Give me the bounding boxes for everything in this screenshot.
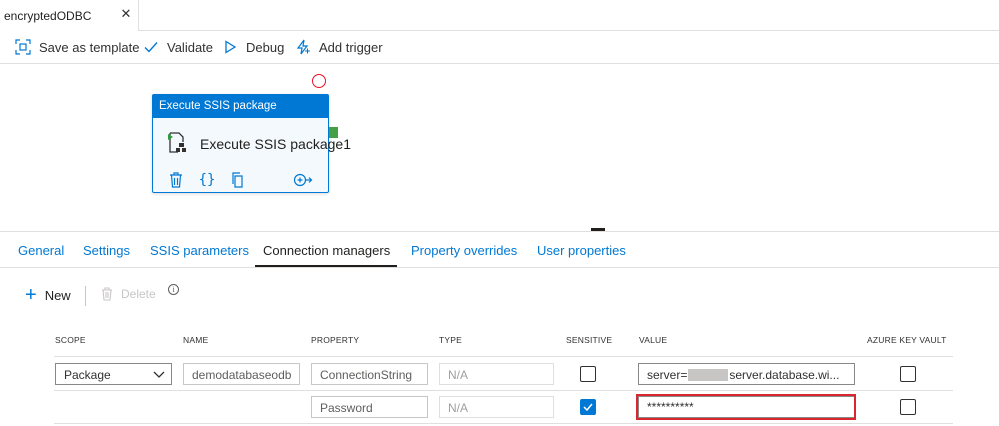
connection-manager-commands: + New Delete i bbox=[0, 284, 999, 308]
property-tabs: General Settings SSIS parameters Connect… bbox=[0, 232, 999, 268]
active-tab-indicator bbox=[255, 265, 397, 267]
document-tab[interactable]: encryptedODBC ✕ bbox=[0, 0, 139, 31]
info-icon[interactable]: i bbox=[168, 284, 179, 295]
template-icon bbox=[14, 38, 32, 56]
value-field[interactable]: server= server.database.wi... bbox=[638, 363, 855, 385]
grid-divider bbox=[54, 356, 953, 357]
scope-value: Package bbox=[64, 368, 111, 382]
property-value: Password bbox=[320, 401, 373, 415]
save-as-template-button[interactable]: Save as template bbox=[14, 38, 139, 56]
grid-divider bbox=[54, 390, 953, 391]
scope-dropdown[interactable]: Package bbox=[55, 363, 172, 385]
pane-splitter-handle[interactable] bbox=[591, 228, 605, 231]
validate-label: Validate bbox=[167, 39, 214, 55]
copy-icon[interactable] bbox=[229, 171, 247, 189]
name-field[interactable]: demodatabaseodb bbox=[183, 363, 300, 385]
add-trigger-label: Add trigger bbox=[319, 39, 383, 55]
tab-connection-managers[interactable]: Connection managers bbox=[263, 243, 390, 258]
column-header-name: NAME bbox=[183, 335, 209, 345]
plus-icon: + bbox=[25, 284, 37, 306]
highlight-box bbox=[636, 394, 856, 420]
column-header-value: VALUE bbox=[639, 335, 668, 345]
pipeline-toolbar: Save as template Validate Debug Add trig… bbox=[0, 31, 999, 64]
close-icon[interactable]: ✕ bbox=[119, 7, 133, 21]
execute-ssis-activity[interactable]: Execute SSIS package Execute SSIS packag… bbox=[152, 94, 351, 193]
document-tab-title: encryptedODBC bbox=[4, 9, 92, 23]
delete-button[interactable]: Delete bbox=[101, 287, 156, 301]
activity-body: Execute SSIS package1 bbox=[153, 118, 351, 168]
add-trigger-button[interactable]: Add trigger bbox=[294, 38, 383, 56]
sensitive-checkbox[interactable] bbox=[580, 366, 596, 382]
tab-user-properties[interactable]: User properties bbox=[537, 243, 626, 258]
column-header-scope: SCOPE bbox=[55, 335, 86, 345]
error-indicator-icon[interactable] bbox=[312, 74, 326, 88]
lightning-icon bbox=[294, 38, 312, 56]
new-label: New bbox=[44, 287, 71, 303]
save-as-template-label: Save as template bbox=[39, 39, 140, 55]
activity-name: Execute SSIS package1 bbox=[200, 136, 351, 152]
delete-label: Delete bbox=[121, 287, 156, 301]
chevron-down-icon bbox=[153, 371, 165, 378]
column-header-sensitive: SENSITIVE bbox=[566, 335, 613, 345]
value-suffix: server.database.wi... bbox=[729, 368, 840, 382]
value-prefix: server= bbox=[647, 368, 688, 382]
tab-general[interactable]: General bbox=[18, 243, 64, 258]
type-value: N/A bbox=[448, 401, 469, 415]
property-value: ConnectionString bbox=[320, 368, 413, 382]
trash-icon bbox=[101, 287, 113, 301]
column-header-property: PROPERTY bbox=[311, 335, 360, 345]
debug-button[interactable]: Debug bbox=[221, 38, 284, 56]
activity-header: Execute SSIS package bbox=[153, 95, 328, 118]
ssis-package-icon bbox=[167, 132, 189, 154]
redacted-mask bbox=[688, 369, 729, 381]
success-output-port[interactable] bbox=[329, 127, 338, 138]
command-divider bbox=[85, 286, 86, 306]
name-value: demodatabaseodb bbox=[192, 368, 292, 382]
tab-ssis-parameters[interactable]: SSIS parameters bbox=[150, 243, 249, 258]
delete-icon[interactable] bbox=[167, 171, 185, 189]
validate-button[interactable]: Validate bbox=[142, 38, 213, 56]
tab-property-overrides[interactable]: Property overrides bbox=[411, 243, 517, 258]
azure-key-vault-checkbox[interactable] bbox=[900, 399, 916, 415]
debug-label: Debug bbox=[246, 39, 285, 55]
column-header-type: TYPE bbox=[439, 335, 463, 345]
type-field: N/A bbox=[439, 363, 554, 385]
azure-key-vault-checkbox[interactable] bbox=[900, 366, 916, 382]
type-value: N/A bbox=[448, 368, 469, 382]
type-field: N/A bbox=[439, 396, 554, 418]
grid-divider bbox=[54, 423, 953, 424]
checkmark-icon bbox=[142, 38, 160, 56]
property-field[interactable]: Password bbox=[311, 396, 428, 418]
sensitive-checkbox[interactable] bbox=[580, 399, 596, 415]
column-header-azure-key-vault: AZURE KEY VAULT bbox=[867, 335, 947, 345]
activity-actions: {} bbox=[153, 171, 328, 191]
add-output-icon[interactable] bbox=[293, 171, 313, 189]
play-icon bbox=[221, 38, 239, 56]
property-field[interactable]: ConnectionString bbox=[311, 363, 428, 385]
document-tab-strip: encryptedODBC ✕ bbox=[0, 0, 999, 31]
checkmark-icon bbox=[583, 403, 593, 412]
code-icon[interactable]: {} bbox=[198, 171, 216, 189]
tab-settings[interactable]: Settings bbox=[83, 243, 130, 258]
pipeline-canvas[interactable]: Execute SSIS package Execute SSIS packag… bbox=[0, 64, 999, 232]
new-button[interactable]: + New bbox=[25, 284, 71, 306]
